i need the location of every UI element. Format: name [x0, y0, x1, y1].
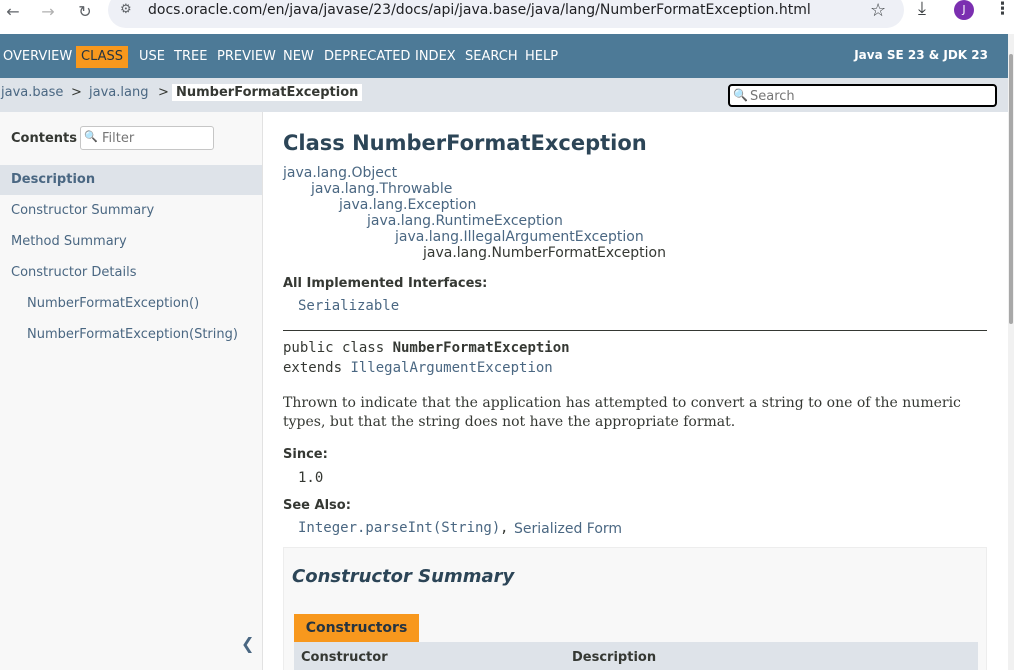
breadcrumb-current: NumberFormatException	[172, 84, 363, 101]
back-icon[interactable]: ←	[2, 0, 24, 22]
scrollbar-thumb[interactable]	[1009, 54, 1013, 324]
nav-deprecated[interactable]: DEPRECATED	[323, 46, 411, 68]
collapse-sidebar-icon[interactable]: ❮	[241, 634, 254, 653]
filter-input[interactable]	[102, 129, 212, 147]
site-info-icon[interactable]: ⚙	[120, 2, 138, 18]
nav-class: CLASS	[76, 46, 129, 68]
table-of-contents-sidebar: Contents 🔍 Description Constructor Summa…	[0, 112, 263, 670]
search-box[interactable]: 🔍	[728, 84, 997, 107]
interface-link[interactable]: Serializable	[298, 298, 399, 314]
address-bar[interactable]: ⚙ docs.oracle.com/en/java/javase/23/docs…	[108, 0, 904, 28]
top-navigation: OVERVIEW CLASS USE TREE PREVIEW NEW DEPR…	[0, 34, 1008, 78]
main-content: Class NumberFormatException java.lang.Ob…	[263, 112, 1008, 670]
breadcrumb-package[interactable]: java.lang	[89, 85, 148, 100]
hierarchy-link[interactable]: java.lang.Throwable	[311, 181, 452, 197]
nav-overview[interactable]: OVERVIEW	[2, 46, 73, 68]
hierarchy-link[interactable]: java.lang.RuntimeException	[367, 213, 563, 229]
nav-use[interactable]: USE	[138, 46, 166, 68]
search-input[interactable]	[750, 87, 990, 105]
avatar[interactable]: J	[954, 0, 974, 20]
see-also-parseint-link[interactable]: Integer.parseInt(String)	[298, 520, 500, 536]
nav-tree[interactable]: TREE	[173, 46, 208, 68]
nav-index[interactable]: INDEX	[414, 46, 457, 68]
see-also-serialized-form-link[interactable]: Serialized Form	[514, 521, 622, 537]
page-scrollbar[interactable]	[1008, 34, 1014, 670]
contents-label: Contents	[11, 131, 77, 146]
reload-icon[interactable]: ↻	[74, 0, 96, 22]
forward-icon[interactable]: →	[37, 0, 59, 22]
hierarchy-link[interactable]: java.lang.IllegalArgumentException	[395, 229, 644, 245]
hierarchy-current: java.lang.NumberFormatException	[423, 245, 666, 261]
class-description: Thrown to indicate that the application …	[283, 395, 961, 430]
divider	[283, 330, 987, 331]
extends-clause: extends IllegalArgumentException	[283, 360, 553, 376]
interfaces-label: All Implemented Interfaces:	[283, 276, 488, 291]
nav-new[interactable]: NEW	[282, 46, 315, 68]
menu-kebab-icon[interactable]: ⋮	[994, 0, 1011, 19]
nav-help[interactable]: HELP	[524, 46, 559, 68]
constructor-summary-section: Constructor Summary Constructors Constru…	[283, 547, 987, 670]
class-declaration: public class NumberFormatException	[283, 340, 570, 356]
extends-keyword: extends	[283, 360, 351, 376]
download-icon[interactable]: ⤓	[918, 0, 926, 19]
sub-navigation: java.base > java.lang > NumberFormatExce…	[0, 78, 1008, 112]
bookmark-star-icon[interactable]: ☆	[870, 0, 886, 21]
toc-description[interactable]: Description	[0, 165, 262, 195]
toc-constructor-no-arg[interactable]: NumberFormatException()	[0, 289, 262, 319]
extends-link[interactable]: IllegalArgumentException	[350, 360, 552, 376]
nav-preview[interactable]: PREVIEW	[216, 46, 277, 68]
hierarchy-link[interactable]: java.lang.Object	[283, 165, 397, 181]
browser-toolbar: ← → ↻ ⚙ docs.oracle.com/en/java/javase/2…	[0, 0, 1014, 34]
breadcrumb-module[interactable]: java.base	[1, 85, 63, 100]
hierarchy-link[interactable]: java.lang.Exception	[339, 197, 476, 213]
see-also-separator: ,	[500, 520, 509, 536]
toc-constructor-string[interactable]: NumberFormatException(String)	[0, 320, 262, 350]
see-also-label: See Also:	[283, 498, 351, 513]
summary-table-header: Constructor Description	[294, 642, 978, 670]
filter-box[interactable]: 🔍	[80, 126, 214, 150]
page-title: Class NumberFormatException	[283, 131, 647, 155]
tab-constructors[interactable]: Constructors	[294, 614, 419, 642]
breadcrumb-separator: >	[71, 85, 82, 100]
search-icon: 🔍	[733, 88, 748, 102]
toc-constructor-summary[interactable]: Constructor Summary	[0, 196, 262, 226]
column-header-description: Description	[572, 650, 657, 665]
decl-prefix: public class	[283, 340, 393, 356]
toc-method-summary[interactable]: Method Summary	[0, 227, 262, 257]
since-label: Since:	[283, 447, 328, 462]
constructor-summary-title: Constructor Summary	[292, 566, 515, 587]
breadcrumb-separator: >	[158, 85, 169, 100]
since-value: 1.0	[298, 470, 324, 486]
nav-search[interactable]: SEARCH	[464, 46, 519, 68]
decl-class-name: NumberFormatException	[392, 340, 570, 356]
column-header-constructor: Constructor	[301, 650, 388, 665]
url-text[interactable]: docs.oracle.com/en/java/javase/23/docs/a…	[148, 2, 811, 18]
search-icon: 🔍	[84, 130, 98, 143]
toc-constructor-details[interactable]: Constructor Details	[0, 258, 262, 288]
about-label: Java SE 23 & JDK 23	[854, 48, 988, 62]
